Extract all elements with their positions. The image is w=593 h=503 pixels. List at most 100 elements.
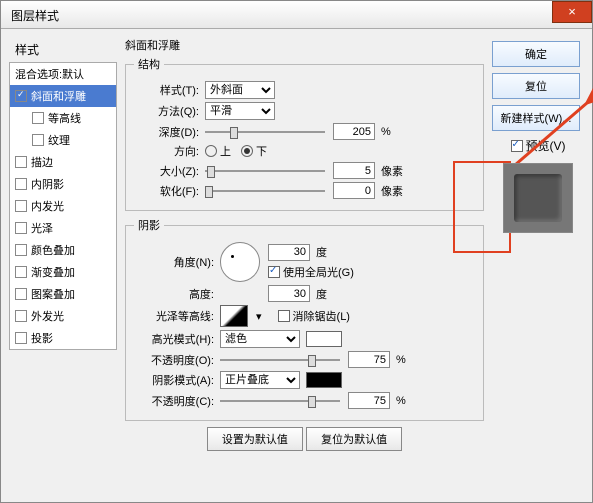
style-checkbox[interactable]: [32, 134, 44, 146]
global-light-checkbox[interactable]: 使用全局光(G): [268, 264, 354, 280]
bevel-title: 斜面和浮雕: [125, 37, 484, 53]
style-label: 等高线: [48, 110, 81, 126]
preview-thumbnail: [503, 163, 573, 233]
style-checkbox[interactable]: [15, 90, 27, 102]
shadow-opacity-slider[interactable]: [220, 393, 340, 409]
style-row-光泽[interactable]: 光泽: [10, 217, 116, 239]
gloss-contour-picker[interactable]: [220, 305, 248, 327]
style-row-纹理[interactable]: 纹理: [10, 129, 116, 151]
style-list: 混合选项:默认 斜面和浮雕等高线纹理描边内阴影内发光光泽颜色叠加渐变叠加图案叠加…: [9, 62, 117, 350]
angle-label: 角度(N):: [134, 254, 214, 270]
altitude-input[interactable]: [268, 285, 310, 302]
highlight-color-swatch[interactable]: [306, 331, 342, 347]
style-label: 样式(T):: [134, 82, 199, 98]
altitude-unit: 度: [316, 286, 327, 302]
make-default-button[interactable]: 设置为默认值: [207, 427, 303, 451]
highlight-mode-label: 高光模式(H):: [134, 331, 214, 347]
styles-panel: 样式 混合选项:默认 斜面和浮雕等高线纹理描边内阴影内发光光泽颜色叠加渐变叠加图…: [9, 37, 117, 494]
shadow-mode-select[interactable]: 正片叠底: [220, 371, 300, 389]
style-label: 纹理: [48, 132, 70, 148]
soften-input[interactable]: [333, 182, 375, 199]
highlight-opacity-input[interactable]: [348, 351, 390, 368]
style-label: 投影: [31, 330, 53, 346]
highlight-opacity-label: 不透明度(O):: [134, 352, 214, 368]
style-row-斜面和浮雕[interactable]: 斜面和浮雕: [10, 85, 116, 107]
style-row-内阴影[interactable]: 内阴影: [10, 173, 116, 195]
antialias-checkbox[interactable]: 消除锯齿(L): [278, 308, 350, 324]
direction-down-radio[interactable]: 下: [241, 143, 267, 159]
style-row-内发光[interactable]: 内发光: [10, 195, 116, 217]
reset-default-button[interactable]: 复位为默认值: [306, 427, 402, 451]
styles-header: 样式: [9, 37, 117, 62]
titlebar: 图层样式 ×: [1, 1, 592, 29]
shadow-opacity-input[interactable]: [348, 392, 390, 409]
shadow-mode-label: 阴影模式(A):: [134, 372, 214, 388]
depth-label: 深度(D):: [134, 124, 199, 140]
right-panel: 确定 复位 新建样式(W)... 预览(V): [492, 37, 584, 494]
style-checkbox[interactable]: [15, 332, 27, 344]
highlight-opacity-slider[interactable]: [220, 352, 340, 368]
structure-fieldset: 结构 样式(T): 外斜面 方法(Q): 平滑 深度(D): % 方向:: [125, 56, 484, 211]
style-checkbox[interactable]: [15, 178, 27, 190]
style-label: 渐变叠加: [31, 264, 75, 280]
settings-panel: 斜面和浮雕 结构 样式(T): 外斜面 方法(Q): 平滑 深度(D): %: [125, 37, 484, 494]
style-checkbox[interactable]: [15, 156, 27, 168]
size-slider[interactable]: [205, 163, 325, 179]
technique-select[interactable]: 平滑: [205, 102, 275, 120]
style-row-外发光[interactable]: 外发光: [10, 305, 116, 327]
new-style-button[interactable]: 新建样式(W)...: [492, 105, 580, 131]
angle-unit: 度: [316, 244, 327, 260]
style-row-投影[interactable]: 投影: [10, 327, 116, 349]
style-label: 颜色叠加: [31, 242, 75, 258]
technique-label: 方法(Q):: [134, 103, 199, 119]
shadow-opacity-label: 不透明度(C):: [134, 393, 214, 409]
highlight-opacity-unit: %: [396, 354, 406, 366]
angle-dial[interactable]: [220, 242, 260, 282]
style-label: 光泽: [31, 220, 53, 236]
ok-button[interactable]: 确定: [492, 41, 580, 67]
style-checkbox[interactable]: [15, 266, 27, 278]
style-select[interactable]: 外斜面: [205, 81, 275, 99]
structure-legend: 结构: [134, 56, 164, 72]
style-label: 内发光: [31, 198, 64, 214]
gloss-label: 光泽等高线:: [134, 308, 214, 324]
close-button[interactable]: ×: [552, 1, 592, 23]
shading-legend: 阴影: [134, 217, 164, 233]
size-input[interactable]: [333, 162, 375, 179]
style-checkbox[interactable]: [32, 112, 44, 124]
angle-input[interactable]: [268, 244, 310, 261]
style-checkbox[interactable]: [15, 200, 27, 212]
style-label: 内阴影: [31, 176, 64, 192]
highlight-mode-select[interactable]: 滤色: [220, 330, 300, 348]
style-row-图案叠加[interactable]: 图案叠加: [10, 283, 116, 305]
window-title: 图层样式: [11, 9, 59, 23]
soften-unit: 像素: [381, 183, 403, 199]
style-row-颜色叠加[interactable]: 颜色叠加: [10, 239, 116, 261]
style-label: 图案叠加: [31, 286, 75, 302]
size-unit: 像素: [381, 163, 403, 179]
style-checkbox[interactable]: [15, 288, 27, 300]
style-label: 斜面和浮雕: [31, 88, 86, 104]
altitude-label: 高度:: [134, 286, 214, 302]
style-label: 外发光: [31, 308, 64, 324]
soften-label: 软化(F):: [134, 183, 199, 199]
style-row-描边[interactable]: 描边: [10, 151, 116, 173]
preview-checkbox[interactable]: 预览(V): [511, 137, 566, 154]
shading-fieldset: 阴影 角度(N): 度 使用全局光(G) 高度:: [125, 217, 484, 421]
soften-slider[interactable]: [205, 183, 325, 199]
style-checkbox[interactable]: [15, 222, 27, 234]
blend-options-row[interactable]: 混合选项:默认: [10, 63, 116, 85]
shadow-opacity-unit: %: [396, 395, 406, 407]
style-row-等高线[interactable]: 等高线: [10, 107, 116, 129]
direction-up-radio[interactable]: 上: [205, 143, 231, 159]
size-label: 大小(Z):: [134, 163, 199, 179]
depth-slider[interactable]: [205, 124, 325, 140]
style-checkbox[interactable]: [15, 244, 27, 256]
style-checkbox[interactable]: [15, 310, 27, 322]
style-row-渐变叠加[interactable]: 渐变叠加: [10, 261, 116, 283]
style-label: 描边: [31, 154, 53, 170]
depth-unit: %: [381, 126, 391, 138]
depth-input[interactable]: [333, 123, 375, 140]
shadow-color-swatch[interactable]: [306, 372, 342, 388]
cancel-button[interactable]: 复位: [492, 73, 580, 99]
